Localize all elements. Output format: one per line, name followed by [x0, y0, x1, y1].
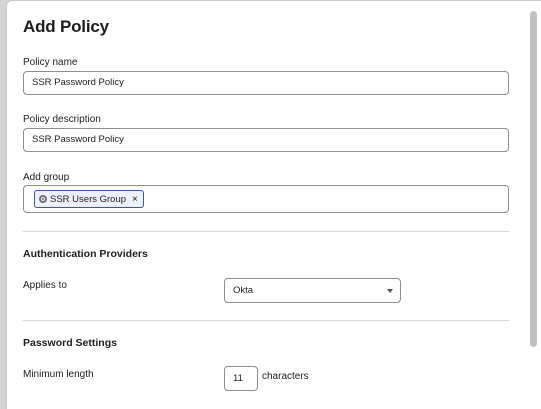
policy-description-label: Policy description — [23, 114, 101, 125]
add-group-label: Add group — [23, 172, 70, 183]
password-settings-heading: Password Settings — [23, 337, 117, 349]
policy-name-label: Policy name — [23, 57, 78, 68]
minimum-length-suffix: characters — [262, 371, 309, 382]
minimum-length-label: Minimum length — [23, 369, 94, 380]
scrollbar-thumb[interactable] — [530, 11, 537, 347]
group-icon — [39, 195, 47, 203]
add-group-input[interactable]: SSR Users Group × — [23, 185, 509, 213]
section-divider — [23, 320, 509, 321]
applies-to-select[interactable]: Okta — [224, 278, 401, 303]
chevron-down-icon — [387, 289, 393, 293]
auth-providers-heading: Authentication Providers — [23, 248, 148, 260]
group-chip-label: SSR Users Group — [50, 193, 127, 205]
applies-to-label: Applies to — [23, 280, 67, 291]
modal-title: Add Policy — [23, 17, 109, 36]
minimum-length-input[interactable]: 11 — [224, 366, 258, 391]
applies-to-value: Okta — [233, 285, 254, 296]
policy-description-input[interactable]: SSR Password Policy — [23, 128, 509, 152]
section-divider — [23, 231, 509, 232]
policy-name-input[interactable]: SSR Password Policy — [23, 71, 509, 95]
chip-remove-icon[interactable]: × — [132, 194, 138, 205]
add-policy-modal: Add Policy Policy name SSR Password Poli… — [6, 0, 541, 409]
group-chip: SSR Users Group × — [34, 190, 144, 208]
scrollbar[interactable] — [528, 5, 538, 409]
